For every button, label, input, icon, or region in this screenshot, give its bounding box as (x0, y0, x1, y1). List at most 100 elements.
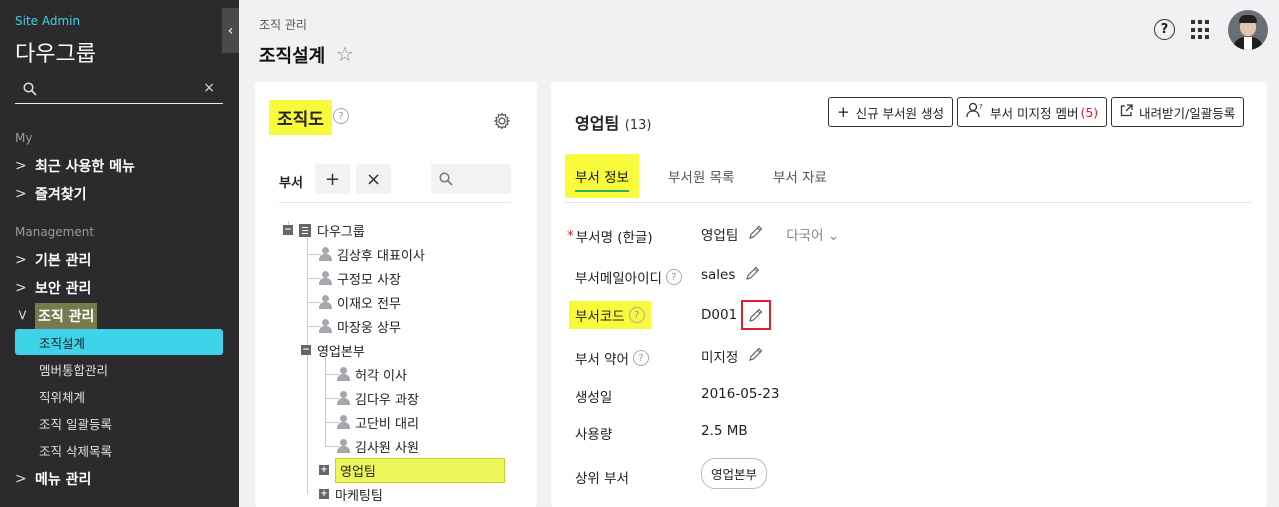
tree-node-label: 마장웅 상무 (337, 320, 401, 336)
tree-node-dept-selected[interactable]: + 영업팀 (319, 457, 505, 483)
sidebar: ‹ Site Admin 다우그룹 × My > 최근 사용한 메뉴 > 즐겨찾기 … (0, 0, 239, 507)
field-value: D001 (701, 307, 738, 323)
person-icon (319, 295, 332, 309)
dept-detail-panel: 영업팀 (13) + 신규 부서원 생성 ? 부서 미지정 멤버 (5) 내려받… (551, 82, 1267, 507)
sidebar-item-recent[interactable]: > 최근 사용한 메뉴 (15, 154, 135, 178)
sidebar-item-security[interactable]: > 보안 관리 (15, 276, 91, 300)
expand-icon[interactable]: + (319, 465, 329, 475)
add-dept-button[interactable]: + (315, 164, 350, 194)
tab-dept-info[interactable]: 부서 정보 (565, 154, 639, 198)
parent-dept-chip[interactable]: 영업본부 (701, 458, 768, 489)
field-label: 부서명 (한글) (575, 230, 653, 246)
dept-code-value: D001 (701, 300, 772, 330)
tree-search-input[interactable] (431, 164, 511, 194)
sidebar-sub-member-integration[interactable]: 멤버통합관리 (15, 356, 223, 382)
tab-dept-files[interactable]: 부서 자료 (773, 154, 827, 198)
field-value: sales (701, 267, 736, 283)
divider (279, 202, 511, 203)
tree-node-dept[interactable]: − 영업본부 (301, 339, 365, 361)
tree-node-member[interactable]: 구정모 사장 (319, 267, 401, 289)
unassigned-members-button[interactable]: ? 부서 미지정 멤버 (5) (957, 97, 1108, 127)
field-label: 부서코드 (575, 309, 625, 325)
sidebar-item-basic[interactable]: > 기본 관리 (15, 248, 91, 272)
tree-node-label: 다우그룹 (317, 224, 365, 240)
tree-node-member[interactable]: 이재오 전무 (319, 291, 401, 313)
avatar[interactable] (1228, 10, 1268, 50)
help-icon[interactable]: ? (1154, 19, 1175, 40)
tree-node-member[interactable]: 김다우 과장 (337, 387, 419, 409)
sidebar-sub-bulk-register[interactable]: 조직 일괄등록 (15, 410, 223, 436)
expand-icon[interactable]: + (319, 489, 329, 499)
field-value: 미지정 (701, 350, 739, 366)
tree-node-member[interactable]: 마장웅 상무 (319, 315, 401, 337)
person-icon (337, 439, 350, 453)
new-member-button[interactable]: + 신규 부서원 생성 (828, 97, 954, 127)
field-label: 사용량 (575, 427, 613, 443)
sidebar-item-label: 최근 사용한 메뉴 (35, 159, 135, 175)
tree-node-member[interactable]: 김사원 사원 (337, 435, 419, 457)
sidebar-sub-org-design[interactable]: 조직설계 (15, 329, 223, 355)
pencil-icon[interactable] (748, 224, 764, 244)
help-icon[interactable]: ? (665, 269, 682, 285)
tree-node-label: 김다우 과장 (355, 392, 419, 408)
field-label: 상위 부서 (575, 471, 629, 487)
sidebar-item-favorites[interactable]: > 즐겨찾기 (15, 182, 87, 206)
pencil-icon[interactable] (741, 300, 772, 330)
created-date-label: 생성일 (575, 386, 612, 406)
section-management: Management (15, 225, 95, 239)
sidebar-sub-deleted[interactable]: 조직 삭제목록 (15, 437, 223, 463)
chevron-right-icon: > (15, 471, 27, 487)
pencil-icon[interactable] (748, 346, 764, 366)
help-icon[interactable]: ? (628, 307, 645, 323)
tree-node-label: 영업팀 (335, 457, 505, 483)
download-bulk-button[interactable]: 내려받기/일괄등록 (1111, 97, 1245, 127)
dept-email-label: 부서메일아이디 ? (575, 267, 682, 287)
pencil-icon[interactable] (745, 265, 761, 285)
help-icon[interactable]: ? (333, 108, 349, 124)
sidebar-search-input[interactable]: × (15, 76, 223, 104)
dept-code-label: 부서코드 ? (569, 301, 651, 329)
tab-member-list[interactable]: 부서원 목록 (668, 154, 734, 198)
person-icon (337, 367, 350, 381)
section-my: My (15, 131, 33, 145)
tree-node-root[interactable]: − 다우그룹 (283, 219, 365, 241)
site-admin-label: Site Admin (15, 14, 81, 28)
help-icon[interactable]: ? (632, 350, 649, 366)
dept-abbr-value: 미지정 (701, 346, 764, 366)
apps-grid-icon[interactable] (1191, 20, 1211, 40)
detail-tabs: 부서 정보 부서원 목록 부서 자료 (565, 154, 1255, 198)
clear-icon[interactable]: × (203, 80, 215, 96)
field-value: 영업팀 (701, 228, 739, 244)
org-chart-panel: 조직도 ? 부서 + × − 다우그룹 김상후 대표이사 구정모 사장 이재오 … (255, 82, 537, 507)
tree-node-member[interactable]: 김상후 대표이사 (319, 243, 425, 265)
tree-node-member[interactable]: 고단비 대리 (337, 411, 419, 433)
person-icon (337, 415, 350, 429)
dept-name-label: * 부서명 (한글) (567, 226, 653, 246)
field-label: 생성일 (575, 390, 613, 406)
multilang-dropdown[interactable]: 다국어 ⌄ (786, 224, 839, 244)
collapse-icon[interactable]: − (301, 345, 311, 355)
external-link-icon (1120, 103, 1133, 121)
dept-member-count: (13) (624, 118, 652, 133)
sidebar-sub-position[interactable]: 직위체계 (15, 383, 223, 409)
breadcrumb[interactable]: 조직 관리 (259, 16, 307, 33)
sidebar-item-org[interactable]: > 조직 관리 (14, 303, 98, 329)
building-icon (299, 223, 311, 237)
star-icon[interactable]: ☆ (336, 42, 354, 66)
button-label: 신규 부서원 생성 (855, 105, 945, 121)
org-chart-title: 조직도 (269, 100, 332, 135)
tree-node-member[interactable]: 허각 이사 (337, 363, 407, 385)
sidebar-collapse-button[interactable]: ‹ (222, 8, 239, 53)
sidebar-item-label: 메뉴 관리 (35, 472, 92, 488)
sidebar-item-label: 기본 관리 (35, 253, 92, 269)
dept-name-value: 영업팀 다국어 ⌄ (701, 224, 839, 244)
dept-name: 영업팀 (575, 114, 620, 133)
collapse-icon[interactable]: − (283, 225, 293, 235)
sidebar-item-menu[interactable]: > 메뉴 관리 (15, 467, 91, 491)
tree-node-dept[interactable]: + 마케팅팀 (319, 483, 383, 505)
plus-icon: + (837, 103, 850, 121)
remove-dept-button[interactable]: × (356, 164, 391, 194)
tree-node-label: 김상후 대표이사 (337, 248, 425, 264)
gear-icon[interactable] (493, 112, 511, 135)
svg-text:?: ? (979, 103, 983, 111)
